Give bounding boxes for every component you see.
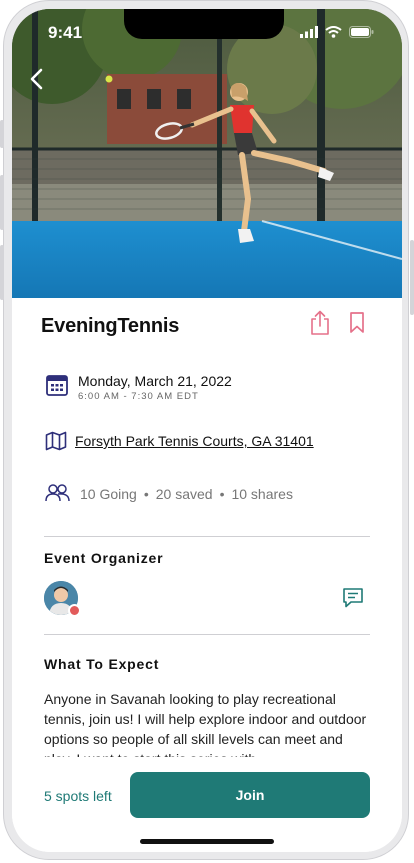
phone-side-button <box>0 120 4 148</box>
shares-count: 10 shares <box>231 486 293 502</box>
back-button[interactable] <box>22 65 50 93</box>
stats-separator: • <box>219 486 225 502</box>
battery-icon <box>349 26 374 38</box>
bookmark-icon <box>350 312 364 333</box>
join-button[interactable]: Join <box>130 772 370 818</box>
presence-status-dot <box>68 604 81 617</box>
event-time-range: 6:00 AM - 7:30 AM EDT <box>78 391 199 402</box>
event-title: EveningTennis <box>41 315 180 337</box>
event-date: Monday, March 21, 2022 <box>78 373 232 389</box>
phone-side-button <box>0 175 4 230</box>
share-icon <box>311 310 329 335</box>
event-hero-image <box>12 9 402 298</box>
status-icons <box>300 26 374 38</box>
share-button[interactable] <box>309 310 331 336</box>
phone-side-button <box>410 240 414 315</box>
tennis-photo <box>12 9 402 298</box>
calendar-icon <box>46 375 68 396</box>
device-notch <box>124 9 284 39</box>
chat-icon <box>343 588 363 608</box>
signal-icon <box>300 26 318 38</box>
divider <box>44 634 370 635</box>
expect-section-title: What To Expect <box>44 656 160 672</box>
wifi-icon <box>325 26 342 38</box>
screen: 9:41 EveningTennis Monday, March 21, 202… <box>12 9 402 852</box>
people-icon <box>45 484 70 502</box>
status-time: 9:41 <box>48 23 83 42</box>
organizer-section-title: Event Organizer <box>44 550 164 566</box>
message-organizer-button[interactable] <box>342 587 364 609</box>
going-count: 10 Going <box>80 486 137 502</box>
stats-separator: • <box>143 486 149 502</box>
map-icon <box>45 431 67 451</box>
home-indicator <box>140 839 274 844</box>
event-location-link[interactable]: Forsyth Park Tennis Courts, GA 31401 <box>75 433 314 449</box>
spots-left-label: 5 spots left <box>44 788 112 804</box>
phone-side-button <box>0 245 4 300</box>
bookmark-button[interactable] <box>347 311 367 335</box>
divider <box>44 536 370 537</box>
event-stats: 10 Going • 20 saved • 10 shares <box>80 486 293 502</box>
back-icon <box>30 68 43 90</box>
saved-count: 20 saved <box>155 486 213 502</box>
